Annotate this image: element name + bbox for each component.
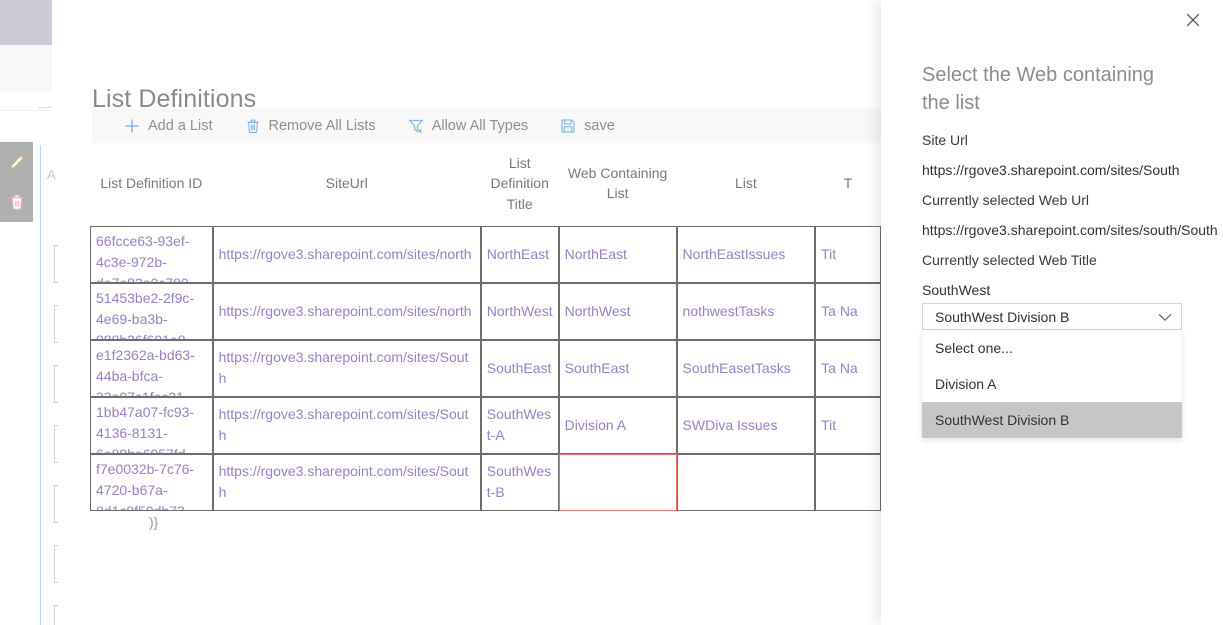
chevron-down-icon: [1158, 309, 1172, 325]
background-strip-upper: [0, 45, 52, 91]
cell-extra[interactable]: Tit: [815, 396, 881, 454]
dropdown-option-select-one[interactable]: Select one...: [922, 330, 1182, 366]
cell-extra[interactable]: Ta Na: [815, 339, 881, 397]
cell-definition-title[interactable]: NorthEast: [480, 225, 559, 283]
cell-extra[interactable]: Tit: [815, 225, 881, 283]
cell-web-containing-list[interactable]: Division A: [558, 396, 677, 454]
site-url-value: https://rgove3.sharepoint.com/sites/Sout…: [922, 162, 1180, 178]
dropdown-option-division-a[interactable]: Division A: [922, 366, 1182, 402]
occluded-panel-label: A: [47, 167, 56, 182]
cell-list[interactable]: NorthEastIssues: [676, 225, 816, 283]
cell-web-containing-list[interactable]: NorthWest: [558, 282, 677, 340]
dropdown-option-southwest-division-b[interactable]: SouthWest Division B: [922, 402, 1182, 438]
plus-icon: [124, 118, 140, 134]
cell-web-containing-list[interactable]: SouthEast: [558, 339, 677, 397]
selected-web-url-label: Currently selected Web Url: [922, 192, 1090, 208]
web-dropdown-options: Select one... Division A SouthWest Divis…: [922, 330, 1182, 438]
column-header-truncated: T: [815, 147, 881, 226]
web-dropdown: SouthWest Division B Select one... Divis…: [922, 303, 1182, 438]
column-header-web-containing-list: Web Containing List: [558, 147, 677, 226]
cell-web-containing-list[interactable]: NorthEast: [558, 225, 677, 283]
web-dropdown-selected-value: SouthWest Division B: [935, 308, 1070, 325]
selected-web-title-value: SouthWest: [922, 282, 991, 298]
cell-list-definition-id[interactable]: e1f2362a-bd63-44ba-bfca-33a07c1fec21: [90, 339, 213, 397]
cell-list-definition-id[interactable]: 66fcce63-93ef-4c3e-972b-de7e82a0c780: [90, 225, 213, 283]
cell-extra[interactable]: [815, 453, 881, 511]
table-row: 1bb47a07-fc93-4136-8131-6e89ba6957fd htt…: [90, 396, 881, 454]
cell-list[interactable]: SouthEasetTasks: [676, 339, 816, 397]
edit-row-button[interactable]: [0, 142, 33, 182]
trash-icon: [245, 118, 261, 134]
background-divider: [38, 107, 52, 108]
cell-list[interactable]: SWDiva Issues: [676, 396, 816, 454]
table-row: f7e0032b-7c76-4720-b67a-8d1c8f59db73 htt…: [90, 453, 881, 511]
cell-list[interactable]: nothwestTasks: [676, 282, 816, 340]
table-row: 51453be2-2f9c-4e69-ba3b-988b26f691e8 htt…: [90, 282, 881, 340]
column-header-site-url: SiteUrl: [212, 147, 481, 226]
trash-icon: [7, 192, 27, 212]
web-dropdown-trigger[interactable]: SouthWest Division B: [922, 303, 1182, 330]
remove-all-lists-label: Remove All Lists: [268, 118, 376, 134]
filter-clear-icon: [408, 118, 424, 134]
main-content-sheet: List Definitions Add a List Remove All L…: [58, 0, 881, 625]
background-strip-lower: [0, 91, 52, 111]
cell-list-definition-id[interactable]: 51453be2-2f9c-4e69-ba3b-988b26f691e8: [90, 282, 213, 340]
flyout-heading: Select the Web containing the list: [922, 64, 1155, 114]
save-label: save: [584, 118, 615, 134]
cell-site-url[interactable]: https://rgove3.sharepoint.com/sites/Sout…: [212, 396, 481, 454]
cell-list[interactable]: [676, 453, 816, 511]
cell-definition-title[interactable]: SouthEast: [480, 339, 559, 397]
column-header-list: List: [676, 147, 816, 226]
save-icon: [560, 118, 576, 134]
delete-row-button[interactable]: [0, 182, 33, 222]
cell-site-url[interactable]: https://rgove3.sharepoint.com/sites/nort…: [212, 282, 481, 340]
trailing-token: )}: [149, 514, 159, 530]
close-button[interactable]: [1177, 5, 1209, 37]
selected-web-url-value: https://rgove3.sharepoint.com/sites/sout…: [922, 222, 1218, 238]
close-icon: [1186, 13, 1200, 30]
table-row: e1f2362a-bd63-44ba-bfca-33a07c1fec21 htt…: [90, 339, 881, 397]
add-a-list-label: Add a List: [148, 118, 213, 134]
background-header-block: [0, 0, 52, 45]
remove-all-lists-button[interactable]: Remove All Lists: [235, 109, 386, 143]
pencil-icon: [7, 152, 27, 172]
command-bar: Add a List Remove All Lists Allow All Ty…: [92, 109, 881, 143]
save-button[interactable]: save: [550, 109, 625, 143]
column-header-list-definition-id: List Definition ID: [90, 147, 213, 226]
column-header-list-definition-title: List Definition Title: [480, 147, 559, 226]
selected-web-title-label: Currently selected Web Title: [922, 252, 1097, 268]
allow-all-types-button[interactable]: Allow All Types: [398, 109, 538, 143]
cell-definition-title[interactable]: NorthWest: [480, 282, 559, 340]
web-selection-flyout: Select the Web containing the list Site …: [881, 0, 1223, 625]
cell-site-url[interactable]: https://rgove3.sharepoint.com/sites/Sout…: [212, 339, 481, 397]
allow-all-types-label: Allow All Types: [431, 118, 529, 134]
cell-definition-title[interactable]: SouthWest-A: [480, 396, 559, 454]
add-a-list-button[interactable]: Add a List: [114, 109, 223, 143]
list-definitions-table: List Definition ID SiteUrl List Definiti…: [90, 147, 881, 511]
table-row: 66fcce63-93ef-4c3e-972b-de7e82a0c780 htt…: [90, 225, 881, 283]
cell-web-containing-list-invalid[interactable]: [558, 453, 677, 511]
site-url-label: Site Url: [922, 132, 968, 148]
cell-list-definition-id[interactable]: 1bb47a07-fc93-4136-8131-6e89ba6957fd: [90, 396, 213, 454]
cell-site-url[interactable]: https://rgove3.sharepoint.com/sites/Sout…: [212, 453, 481, 511]
cell-site-url[interactable]: https://rgove3.sharepoint.com/sites/nort…: [212, 225, 481, 283]
row-action-toolbar: [0, 142, 33, 222]
cell-extra[interactable]: Ta Na: [815, 282, 881, 340]
cell-list-definition-id[interactable]: f7e0032b-7c76-4720-b67a-8d1c8f59db73: [90, 453, 213, 511]
cell-definition-title[interactable]: SouthWest-B: [480, 453, 559, 511]
table-header-row: List Definition ID SiteUrl List Definiti…: [90, 147, 881, 226]
